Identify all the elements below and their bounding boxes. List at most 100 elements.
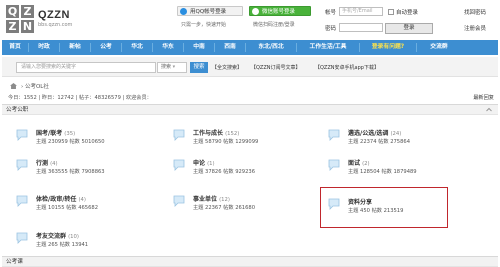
wechat-icon [252,8,259,15]
breadcrumb: › 公考OL社 [10,82,49,90]
forum-count: (10) [68,234,79,240]
fulltext-search-link[interactable]: 【全文搜索】 [212,64,242,71]
collapse-icon[interactable] [486,107,492,113]
forum-icon [173,159,185,171]
search-button[interactable]: 搜索 [190,62,208,73]
nav-southwest[interactable]: 西南 [215,40,245,55]
wechat-login-label: 微信账号登录 [262,9,296,15]
group-header-next[interactable]: 公考课 [2,256,498,267]
group-header[interactable]: 公考公职 [2,104,498,115]
forum-icon [328,159,340,171]
forum-item[interactable]: 行测 (4) 主题 363555 帖数 7908863 [15,157,155,185]
nav-login-help[interactable]: 登录有问题? [360,40,416,55]
forum-name[interactable]: 考友交流群 [36,233,66,240]
nav-central-south[interactable]: 中南 [184,40,214,55]
forum-stats: 主题 230959 帖数 5010650 [36,139,105,145]
logo-letter-1: Q [6,5,19,18]
forum-item[interactable]: 申论 (1) 主题 37826 帖数 929236 [172,157,312,185]
wechat-login-button[interactable]: 微信账号登录 [249,6,311,16]
forum-name[interactable]: 申论 [193,160,205,167]
search-scope-select[interactable]: 搜索 ▾ [157,62,187,73]
auto-login-checkbox[interactable] [388,9,394,15]
forum-icon [16,129,28,141]
qq-login-button[interactable]: 用QQ帐号登录 [177,6,243,16]
qq-login-label: 用QQ帐号登录 [190,9,227,15]
password-input[interactable] [339,23,383,32]
forum-count: (4) [50,161,58,167]
logo-letter-4: N [21,20,34,33]
main-nav: 首页 时政 新帖 公考 华北 华东 中南 西南 东北/西北 工作生活/工具 登录… [2,40,498,55]
forum-count: (1) [207,161,215,167]
login-submit-button[interactable]: 登录 [385,23,433,34]
forum-name[interactable]: 遴选/公选/选调 [348,130,388,137]
qq-login-note: 只需一步，快速开始 [181,22,227,28]
forum-icon [16,195,28,207]
forum-stats: 主题 58790 帖数 1299099 [193,139,259,145]
register-link[interactable]: 注册会员 [464,24,486,32]
forum-icon [173,195,185,207]
forum-stats: 主题 10155 帖数 465682 [36,205,99,211]
breadcrumb-current[interactable]: 公考OL社 [25,84,49,90]
forum-name[interactable]: 事业单位 [193,196,217,203]
forum-icon [173,129,185,141]
group-title: 公考公职 [6,107,29,113]
forum-stats: 主题 265 帖数 13941 [36,242,89,248]
forum-stats: 主题 22367 帖数 261680 [193,205,256,211]
forum-item[interactable]: 体检/政审/转任 (4) 主题 10155 帖数 465682 [15,193,155,221]
forum-count: (152) [225,131,240,137]
nav-home[interactable]: 首页 [2,40,28,55]
site-stats: 今日：1552 | 昨日：12742 | 帖子：48326579 | 欢迎会员： [8,95,152,101]
forum-count: (12) [219,197,230,203]
forum-stats: 主题 37826 帖数 929236 [193,169,256,175]
forum-name[interactable]: 体检/政审/转任 [36,196,76,203]
forum-item[interactable]: 工作与成长 (152) 主题 58790 帖数 1299099 [172,127,312,155]
nav-politics[interactable]: 时政 [29,40,59,55]
logo-letter-3: Z [6,20,19,33]
nav-north-china[interactable]: 华北 [122,40,152,55]
forum-stats: 主题 363555 帖数 7908863 [36,169,105,175]
forum-name[interactable]: 国考/联考 [36,130,62,137]
forum-name[interactable]: 行测 [36,160,48,167]
nav-new-posts[interactable]: 新帖 [60,40,90,55]
forum-item[interactable]: 事业单位 (12) 主题 22367 帖数 261680 [172,193,312,221]
breadcrumb-separator: › [21,84,24,90]
forum-item[interactable]: 遴选/公选/选调 (24) 主题 22374 帖数 275864 [327,127,467,155]
android-app-link[interactable]: 【QZZN安卓手机app下载】 [315,64,379,71]
latest-replies-link[interactable]: 最新回复 [473,94,494,101]
forum-item[interactable]: 国考/联考 (35) 主题 230959 帖数 5010650 [15,127,155,155]
forum-icon [16,159,28,171]
forum-name[interactable]: 工作与成长 [193,130,223,137]
password-label: 密码 [325,26,337,32]
forum-stats: 主题 128504 帖数 1879489 [348,169,417,175]
qzzn-logo[interactable]: Q Z Z N [6,5,34,33]
qq-icon [180,8,187,15]
forum-name[interactable]: 面试 [348,160,360,167]
forgot-password-link[interactable]: 找回密码 [464,8,486,16]
nav-work-life-tools[interactable]: 工作生活/工具 [297,40,359,55]
forum-icon [16,232,28,244]
username-input[interactable]: 手机号/Email [339,7,383,16]
chevron-down-icon: ▾ [172,64,176,70]
group-title: 公考课 [6,259,23,265]
search-scope-label: 搜索 [161,64,172,70]
logo-letter-2: Z [21,5,34,18]
wechat-login-note: 微信扫码注册/登录 [253,22,295,28]
auto-login-label: 自动登录 [396,10,419,16]
username-label: 帐号 [325,10,337,16]
nav-east-china[interactable]: 华东 [153,40,183,55]
nav-northeast-northwest[interactable]: 东北/西北 [246,40,296,55]
search-bar: 请输入您要搜索的关键字 搜索 ▾ 搜索 【全文搜索】 【QZZN订阅号文章】 【… [2,57,498,77]
subscription-articles-link[interactable]: 【QZZN订阅号文章】 [251,64,301,71]
top-header: Q Z Z N QZZN bbs.qzzn.com 用QQ帐号登录 只需一步，快… [0,0,500,38]
highlight-box [320,187,448,228]
forum-count: (2) [362,161,370,167]
search-input[interactable]: 请输入您要搜索的关键字 [16,62,156,73]
nav-chat-group[interactable]: 交流群 [417,40,461,55]
forum-stats: 主题 22374 帖数 275864 [348,139,411,145]
forum-count: (4) [78,197,86,203]
home-icon[interactable] [10,83,17,89]
forum-item[interactable]: 考友交流群 (10) 主题 265 帖数 13941 [15,230,155,258]
forum-icon [328,129,340,141]
forum-item[interactable]: 面试 (2) 主题 128504 帖数 1879489 [327,157,467,185]
nav-civil-exam[interactable]: 公考 [91,40,121,55]
